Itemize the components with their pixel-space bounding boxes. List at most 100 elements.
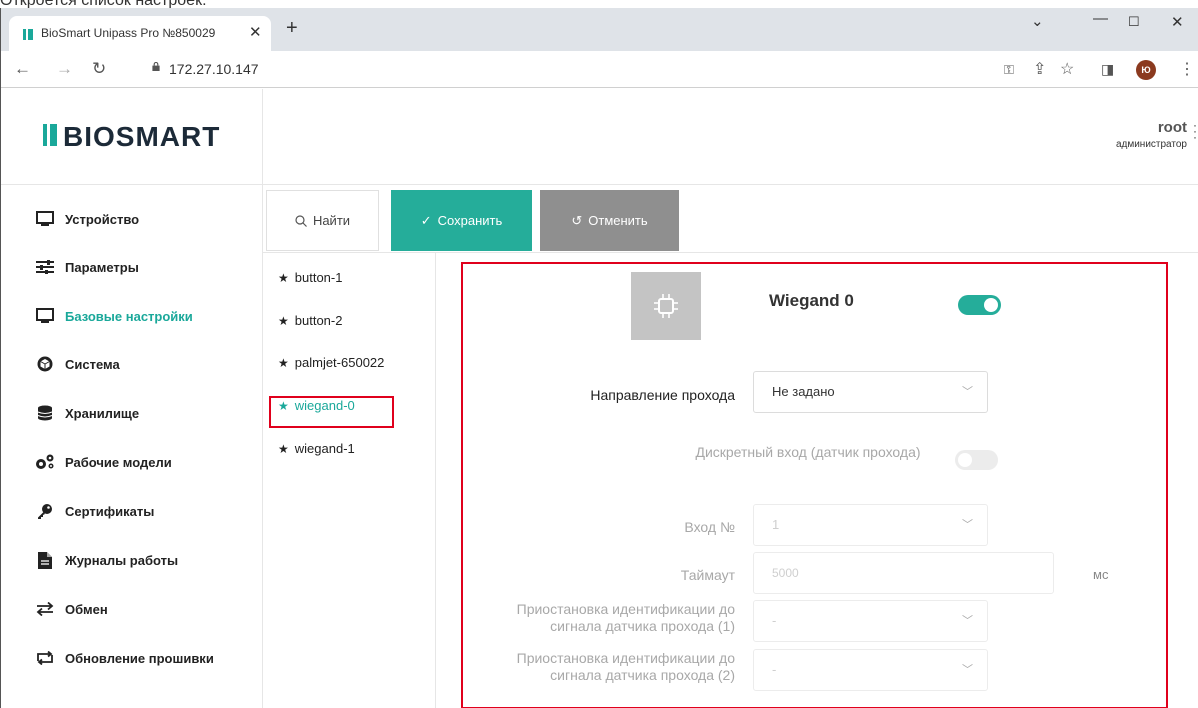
check-icon: ✓ bbox=[420, 212, 432, 228]
save-button-label: Сохранить bbox=[437, 213, 503, 228]
lock-icon bbox=[152, 62, 160, 71]
sidebar-item-label: Параметры bbox=[65, 259, 139, 275]
sidebar-item-label: Устройство bbox=[65, 211, 140, 227]
timeout-label: Таймаут bbox=[680, 567, 735, 583]
chevron-down-icon: ﹀ bbox=[962, 386, 973, 398]
sidebar-item-logs[interactable]: Журналы работы bbox=[35, 550, 178, 570]
timeout-input[interactable]: 5000 bbox=[753, 552, 1054, 594]
panel-title: Wiegand 0 bbox=[769, 291, 854, 310]
device-item-wiegand-1[interactable]: ★ wiegand-1 bbox=[278, 441, 355, 456]
sidebar-item-label: Хранилище bbox=[65, 405, 140, 421]
sidebar-item-label: Обмен bbox=[65, 601, 108, 617]
device-list: ★ button-1 ★ button-2 ★ palmjet-650022 ★ wie… bbox=[263, 253, 436, 708]
device-label: wiegand-1 bbox=[294, 441, 355, 456]
suspend-1-value: - bbox=[772, 613, 777, 628]
forward-icon[interactable]: → bbox=[56, 59, 73, 79]
device-label: palmjet-650022 bbox=[294, 355, 385, 370]
enable-toggle[interactable] bbox=[958, 295, 1001, 315]
star-icon: ★ bbox=[278, 442, 289, 456]
sidebar-item-certificates[interactable]: Сертификаты bbox=[35, 501, 154, 521]
bookmark-star-icon[interactable]: ☆ bbox=[1060, 59, 1074, 79]
side-panel-icon[interactable]: ◨ bbox=[1101, 61, 1114, 78]
chevron-down-icon[interactable]: ⌄ bbox=[1031, 12, 1044, 30]
direction-value: Не задано bbox=[772, 384, 835, 399]
timeout-unit: мс bbox=[1093, 567, 1109, 582]
cancel-button[interactable]: ↺ Отменить bbox=[540, 190, 679, 251]
sidebar-item-label: Журналы работы bbox=[65, 552, 179, 568]
sidebar-item-label: Обновление прошивки bbox=[65, 650, 214, 666]
sliders-icon bbox=[35, 258, 55, 276]
sidebar-item-storage[interactable]: Хранилище bbox=[35, 403, 139, 423]
sidebar-item-label: Система bbox=[65, 356, 120, 372]
sidebar-item-firmware-update[interactable]: Обновление прошивки bbox=[35, 648, 214, 668]
device-item-button-2[interactable]: ★ button-2 bbox=[278, 313, 342, 328]
user-menu-icon[interactable]: · · · bbox=[1193, 119, 1197, 143]
password-key-icon[interactable]: ⚿ bbox=[1004, 62, 1014, 78]
close-window-icon[interactable]: ✕ bbox=[1171, 13, 1184, 31]
sidebar-item-system[interactable]: Система bbox=[35, 354, 120, 374]
device-item-palmjet[interactable]: ★ palmjet-650022 bbox=[278, 355, 384, 370]
star-icon: ★ bbox=[278, 314, 289, 328]
discrete-input-toggle[interactable] bbox=[955, 450, 998, 470]
cancel-button-label: Отменить bbox=[588, 213, 648, 228]
sidebar: Устройство Параметры Базовые настройки С… bbox=[1, 185, 263, 708]
sidebar-item-label: Базовые настройки bbox=[65, 308, 193, 324]
device-item-button-1[interactable]: ★ button-1 bbox=[278, 270, 342, 285]
undo-icon: ↺ bbox=[571, 212, 583, 228]
close-tab-icon[interactable]: ✕ bbox=[249, 23, 262, 41]
suspend-1-label: Приостановка идентификации до сигнала да… bbox=[516, 601, 735, 634]
chevron-down-icon: ﹀ bbox=[962, 519, 973, 531]
discrete-input-label: Дискретный вход (датчик прохода) bbox=[695, 444, 921, 460]
sidebar-item-parameters[interactable]: Параметры bbox=[35, 257, 139, 277]
suspend-2-value: - bbox=[772, 662, 777, 677]
star-icon: ★ bbox=[278, 271, 289, 285]
device-label: button-1 bbox=[294, 270, 343, 285]
input-no-label: Вход № bbox=[684, 519, 735, 535]
maximize-icon[interactable]: ☐ bbox=[1128, 14, 1140, 30]
minimize-icon[interactable]: — bbox=[1093, 10, 1108, 27]
browser-tab[interactable]: BioSmart Unipass Pro №850029 ✕ bbox=[9, 16, 271, 51]
sidebar-item-exchange[interactable]: Обмен bbox=[35, 599, 108, 619]
sidebar-item-label: Сертификаты bbox=[65, 503, 155, 519]
timeout-value: 5000 bbox=[772, 566, 799, 580]
header: root администратор · · · bbox=[263, 89, 1198, 185]
key-icon bbox=[35, 502, 55, 520]
sidebar-item-label: Рабочие модели bbox=[65, 454, 172, 470]
gears-icon bbox=[35, 453, 55, 471]
refresh-icon bbox=[35, 649, 55, 667]
back-icon[interactable]: ← bbox=[14, 59, 31, 79]
user-name[interactable]: root bbox=[1158, 119, 1187, 136]
biosmart-logo-icon bbox=[43, 124, 59, 146]
tab-title: BioSmart Unipass Pro №850029 bbox=[41, 26, 216, 40]
monitor-icon bbox=[35, 307, 55, 325]
new-tab-icon[interactable]: + bbox=[286, 18, 298, 38]
chevron-down-icon: ﹀ bbox=[962, 615, 973, 627]
input-no-select[interactable]: 1 ﹀ bbox=[753, 504, 988, 546]
search-icon bbox=[295, 214, 307, 227]
suspend-2-select[interactable]: - ﹀ bbox=[753, 649, 988, 691]
input-no-value: 1 bbox=[772, 517, 780, 532]
suspend-1-select[interactable]: - ﹀ bbox=[753, 600, 988, 642]
sidebar-item-work-models[interactable]: Рабочие модели bbox=[35, 452, 172, 472]
logo-text: BIOSMART bbox=[63, 121, 221, 152]
page-caption: Откроется список настроек. bbox=[0, 0, 207, 8]
reload-icon[interactable]: ↻ bbox=[92, 59, 106, 79]
direction-select[interactable]: Не задано ﹀ bbox=[753, 371, 988, 413]
share-icon[interactable]: ⇪ bbox=[1033, 59, 1046, 79]
save-button[interactable]: ✓ Сохранить bbox=[391, 190, 532, 251]
star-icon: ★ bbox=[278, 356, 289, 370]
profile-avatar[interactable]: Ю bbox=[1136, 60, 1156, 80]
sidebar-item-basic-settings[interactable]: Базовые настройки bbox=[35, 306, 193, 326]
suspend-2-label: Приостановка идентификации до сигнала да… bbox=[516, 650, 735, 683]
settings-panel: Wiegand 0 Направление прохода Не задано … bbox=[461, 262, 1168, 708]
device-label: button-2 bbox=[294, 313, 343, 328]
document-icon bbox=[35, 551, 55, 569]
find-button[interactable]: Найти bbox=[266, 190, 379, 251]
browser-menu-icon[interactable]: ⋮ bbox=[1179, 59, 1195, 79]
address-bar: ← → ↻ 172.27.10.147 ⚿ ⇪ ☆ ◨ Ю ⋮ bbox=[1, 51, 1198, 88]
sidebar-item-device[interactable]: Устройство bbox=[35, 209, 139, 229]
url-input[interactable]: 172.27.10.147 bbox=[169, 61, 259, 77]
database-icon bbox=[35, 404, 55, 422]
direction-label: Направление прохода bbox=[590, 387, 735, 403]
chevron-down-icon: ﹀ bbox=[962, 664, 973, 676]
